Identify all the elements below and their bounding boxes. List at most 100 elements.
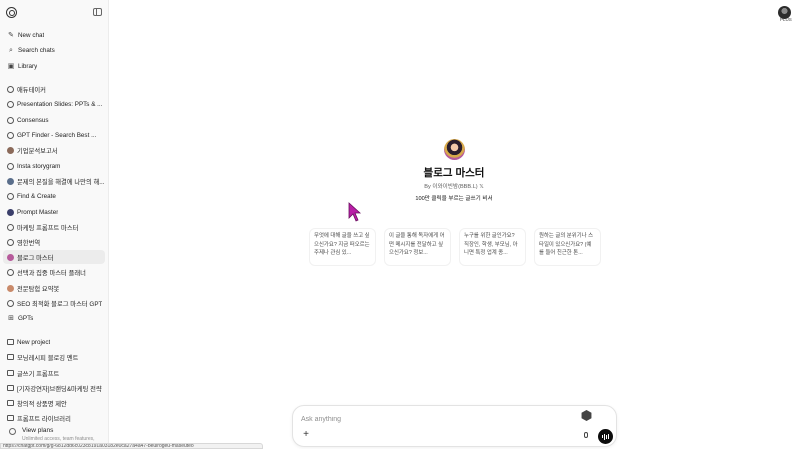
sidebar-gpt-item[interactable]: 마케팅 프롬프트 마스터 xyxy=(3,220,105,234)
sidebar-gpt-item[interactable]: 선택과 집중 마스터 플래너 xyxy=(3,265,105,279)
conversation-starter-card[interactable]: 원하는 글의 분위기나 스타일이 있으신가요? (예를 들어 친근한 톤... xyxy=(534,228,601,266)
gpt-icon xyxy=(7,192,14,200)
edit-icon: ✎ xyxy=(8,31,14,39)
gpt-author[interactable]: By 이와이빈밤(BBB.L) 𝕏 xyxy=(349,182,559,190)
view-plans-label: View plans xyxy=(22,427,54,434)
project-label: 창의적 상품명 제안 xyxy=(17,400,67,408)
gpt-icon xyxy=(7,100,14,108)
gpt-icon xyxy=(7,85,14,93)
view-plans-subtitle: Unlimited access, team features, xyxy=(22,436,95,442)
sidebar-gpt-item[interactable]: Presentation Slides: PPTs & ... xyxy=(3,97,105,111)
plan-badge: PLUS xyxy=(780,17,792,22)
library-label: Library xyxy=(18,62,38,70)
sidebar-gpt-item[interactable]: GPT Finder - Search Best ... xyxy=(3,128,105,142)
sidebar-gpt-label: GPTs xyxy=(18,314,34,322)
search-chats-label: Search chats xyxy=(18,46,55,54)
project-label: 글쓰기 프롬프트 xyxy=(17,370,60,378)
chat-composer: + xyxy=(292,405,617,447)
sidebar-gpt-item-active[interactable]: 블로그 마스터 xyxy=(3,250,105,264)
gpt-icon xyxy=(7,223,14,231)
gpt-avatar xyxy=(7,177,14,185)
gpt-hexagon-icon[interactable] xyxy=(581,410,592,421)
sidebar-project-item[interactable]: 글쓰기 프롬프트 xyxy=(3,366,105,380)
starter-text: 이 글을 통해 독자에게 어떤 메시지를 전달하고 싶으신가요? 정보... xyxy=(389,233,445,257)
project-label: [기자강연자]브랜딩&마케팅 전략 xyxy=(17,385,102,393)
gpt-icon xyxy=(7,238,14,246)
mouse-cursor-icon xyxy=(348,202,362,222)
gpt-icon xyxy=(7,162,14,170)
folder-icon xyxy=(7,400,14,406)
conversation-starter-card[interactable]: 무엇에 대해 글을 쓰고 싶으신가요? 지금 떠오르는 주제나 관심 있... xyxy=(309,228,376,266)
sidebar-gpt-label: Presentation Slides: PPTs & ... xyxy=(17,100,103,108)
sidebar-gpt-item[interactable]: Prompt Master xyxy=(3,205,105,219)
new-chat-button[interactable]: ✎ New chat xyxy=(3,28,105,42)
app-window: ✎ New chat ⌕ Search chats ▣ Library 애듀테이… xyxy=(0,0,799,449)
sidebar-toggle-icon[interactable] xyxy=(93,8,102,16)
voice-mode-button[interactable] xyxy=(598,429,613,444)
chat-input[interactable] xyxy=(301,414,561,424)
new-chat-label: New chat xyxy=(18,31,45,39)
microphone-icon[interactable] xyxy=(584,432,588,438)
search-chats-button[interactable]: ⌕ Search chats xyxy=(3,43,105,57)
gpt-title: 블로그 마스터 xyxy=(423,167,485,179)
search-icon: ⌕ xyxy=(9,46,13,54)
folder-icon xyxy=(7,385,14,391)
sidebar-gpt-label: Insta storygram xyxy=(17,162,61,170)
sidebar-gpt-item[interactable]: 전문탐험 요약봇 xyxy=(3,281,105,295)
sidebar-gpt-label: 전문탐험 요약봇 xyxy=(17,285,60,293)
sidebar-header xyxy=(0,0,108,26)
sidebar: ✎ New chat ⌕ Search chats ▣ Library 애듀테이… xyxy=(0,0,109,449)
new-project-label: New project xyxy=(17,338,51,346)
sidebar-project-item[interactable]: 창의적 상품명 제안 xyxy=(3,396,105,410)
grid-icon: ⊞ xyxy=(8,314,14,322)
gpt-description: 100만 클릭을 부르는 글쓰기 비서 xyxy=(415,196,493,202)
sidebar-gpt-label: GPT Finder - Search Best ... xyxy=(17,131,97,139)
gpt-avatar xyxy=(7,208,14,216)
sidebar-gpt-label: 기업분석보고서 xyxy=(17,147,58,155)
sidebar-gpt-label: 선택과 집중 마스터 플래너 xyxy=(17,269,86,277)
plans-icon xyxy=(9,428,16,435)
openai-logo-icon[interactable] xyxy=(6,7,17,18)
sidebar-gpts-button[interactable]: ⊞ GPTs xyxy=(3,311,105,325)
gpt-avatar xyxy=(7,284,14,292)
sidebar-gpt-item[interactable]: Find & Create xyxy=(3,189,105,203)
gpt-icon xyxy=(7,299,14,307)
sidebar-gpt-item[interactable]: 문제의 본질을 해결에 나만의 해... xyxy=(3,174,105,188)
library-button[interactable]: ▣ Library xyxy=(3,59,105,73)
sidebar-gpt-label: 애듀테이커 xyxy=(17,86,46,94)
new-project-button[interactable]: New project xyxy=(3,335,105,349)
gpt-icon xyxy=(7,268,14,276)
sidebar-project-item[interactable]: 모닝레시피 블로깅 멘트 xyxy=(3,350,105,364)
sidebar-project-item[interactable]: [기자강연자]브랜딩&마케팅 전략 xyxy=(3,381,105,395)
conversation-starter-card[interactable]: 누구를 위한 글인가요? 직장인, 학생, 부모님, 아니면 특정 업계 종..… xyxy=(459,228,526,266)
gpt-profile-image xyxy=(444,139,465,160)
conversation-starter-card[interactable]: 이 글을 통해 독자에게 어떤 메시지를 전달하고 싶으신가요? 정보... xyxy=(384,228,451,266)
gpt-avatar xyxy=(7,253,14,261)
gpt-icon xyxy=(7,116,14,124)
project-label: 모닝레시피 블로깅 멘트 xyxy=(17,354,79,362)
gpt-icon xyxy=(7,131,14,139)
folder-icon xyxy=(7,354,14,360)
library-icon: ▣ xyxy=(7,62,15,70)
sidebar-gpt-item[interactable]: SEO 최적화 블로그 마스터 GPT xyxy=(3,296,105,310)
sidebar-gpt-item[interactable]: 영한번역 xyxy=(3,235,105,249)
sidebar-gpt-item[interactable]: 기업분석보고서 xyxy=(3,143,105,157)
sidebar-gpt-label: 문제의 본질을 해결에 나만의 해... xyxy=(17,178,105,186)
sidebar-gpt-label: Consensus xyxy=(17,116,49,124)
sidebar-gpt-item[interactable]: 애듀테이커 xyxy=(3,82,105,96)
folder-icon xyxy=(7,370,14,376)
link-status-bar: https://chatgpt.com/g/g-6812dd6c023c8191… xyxy=(0,443,263,449)
sidebar-gpt-item[interactable]: Insta storygram xyxy=(3,159,105,173)
sidebar-gpt-item[interactable]: Consensus xyxy=(3,113,105,127)
sidebar-gpt-label: 블로그 마스터 xyxy=(17,254,54,262)
starter-text: 무엇에 대해 글을 쓰고 싶으신가요? 지금 떠오르는 주제나 관심 있... xyxy=(314,233,370,257)
attach-plus-button[interactable]: + xyxy=(301,430,311,440)
sidebar-gpt-label: Find & Create xyxy=(17,192,56,200)
folder-icon xyxy=(7,415,14,421)
starter-text: 원하는 글의 분위기나 스타일이 있으신가요? (예를 들어 친근한 톤... xyxy=(539,233,594,257)
gpt-avatar xyxy=(7,146,14,154)
sidebar-gpt-label: Prompt Master xyxy=(17,208,59,216)
sidebar-gpt-label: SEO 최적화 블로그 마스터 GPT xyxy=(17,300,103,308)
folder-plus-icon xyxy=(7,339,14,345)
sidebar-gpt-label: 영한번역 xyxy=(17,239,41,247)
